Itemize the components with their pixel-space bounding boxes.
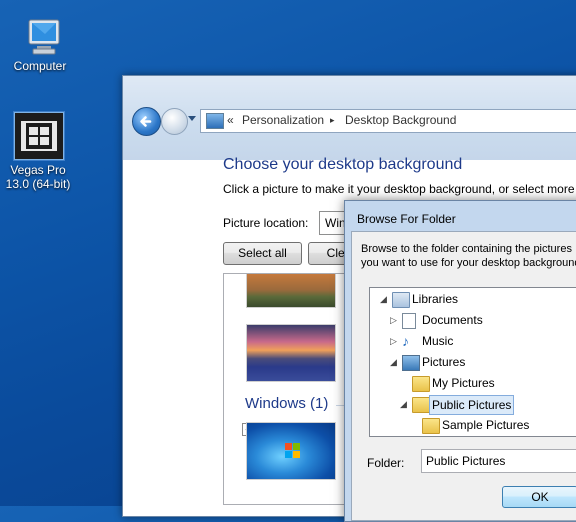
collapse-arrow-icon[interactable]: ◢: [390, 353, 397, 371]
window-navigation-bar: « Personalization ▸ Desktop Background: [123, 76, 576, 160]
breadcrumb-personalization[interactable]: Personalization: [242, 113, 324, 127]
dialog-description: Browse to the folder containing the pict…: [361, 243, 576, 269]
back-arrow-icon: [140, 116, 152, 127]
address-bar[interactable]: « Personalization ▸ Desktop Background: [200, 109, 576, 133]
breadcrumb-overflow[interactable]: «: [227, 113, 234, 127]
folder-input[interactable]: Public Pictures: [421, 449, 576, 473]
folder-label: Folder:: [367, 456, 405, 470]
forward-button[interactable]: [161, 108, 188, 135]
documents-icon: [402, 313, 416, 329]
vegas-label-line1: Vegas Pro: [10, 163, 66, 177]
collapse-arrow-icon[interactable]: ◢: [380, 290, 387, 308]
folder-icon: [422, 418, 440, 434]
control-panel-icon: [206, 113, 224, 129]
collapse-arrow-icon[interactable]: ◢: [400, 395, 407, 413]
landscape-thumbnail-2[interactable]: [246, 324, 336, 382]
breadcrumb-desktop-background[interactable]: Desktop Background: [345, 113, 456, 127]
folder-input-value: Public Pictures: [426, 454, 506, 468]
landscape-thumbnail-1[interactable]: [246, 274, 336, 308]
music-icon: ♪: [402, 333, 409, 349]
windows-logo-icon: [285, 443, 300, 458]
computer-icon: [28, 19, 60, 55]
vegas-pro-icon: [14, 112, 64, 160]
back-button[interactable]: [132, 107, 161, 136]
expand-arrow-icon[interactable]: ▷: [390, 311, 397, 329]
browse-for-folder-dialog: Browse For Folder Browse to the folder c…: [344, 200, 576, 522]
pictures-icon: [402, 355, 420, 371]
windows-wallpaper-thumbnail[interactable]: [246, 422, 336, 480]
expand-arrow-icon[interactable]: ▷: [390, 332, 397, 350]
page-title: Choose your desktop background: [223, 156, 463, 173]
page-subtext: Click a picture to make it your desktop …: [223, 182, 575, 196]
folder-tree: ◢ Libraries ▷ Documents ▷ ♪ Music ◢ Pict…: [369, 287, 576, 437]
dialog-title: Browse For Folder: [357, 212, 456, 226]
libraries-icon: [392, 292, 410, 308]
folder-icon: [412, 376, 430, 392]
vegas-label-line2: 13.0 (64-bit): [5, 177, 71, 191]
group-header-windows[interactable]: Windows (1): [245, 395, 328, 412]
select-all-button[interactable]: Select all: [223, 242, 302, 265]
computer-label: Computer: [13, 59, 67, 73]
ok-button[interactable]: OK: [502, 486, 576, 508]
recent-pages-dropdown-icon[interactable]: [188, 116, 196, 121]
folder-icon: [412, 397, 430, 413]
breadcrumb-separator[interactable]: ▸: [330, 115, 335, 126]
picture-location-label: Picture location:: [223, 216, 309, 230]
